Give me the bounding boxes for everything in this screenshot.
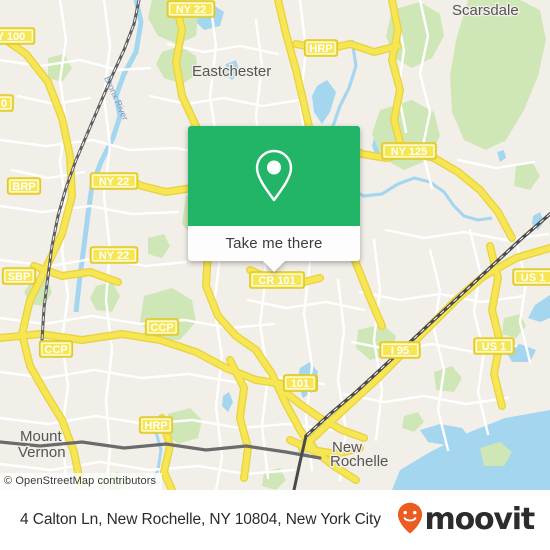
map-place-label: Vernon: [18, 444, 66, 461]
road-shield[interactable]: CCP: [144, 318, 180, 336]
road-shield[interactable]: CR 101: [249, 271, 305, 289]
road-shield-label: I 95: [391, 345, 409, 357]
road-shield-label: Y 100: [0, 31, 25, 43]
road-shield[interactable]: Y 100: [0, 27, 36, 45]
road-shield-label: HRP: [144, 420, 167, 432]
osm-attribution[interactable]: © OpenStreetMap contributors: [0, 473, 163, 490]
road-shield[interactable]: US 1: [473, 337, 515, 355]
road-shield[interactable]: NY 22: [89, 172, 139, 190]
popup-action-bar[interactable]: Take me there: [188, 226, 360, 272]
road-shield[interactable]: BRP: [6, 177, 42, 195]
address-footer-bar: Bronx River EastchesterScarsdaleMountVer…: [0, 490, 550, 550]
road-shield-label: CCP: [44, 344, 67, 356]
road-shield[interactable]: SBP: [1, 267, 37, 285]
take-me-there-button[interactable]: Take me there: [226, 235, 323, 252]
map-place-label: Rochelle: [330, 453, 388, 470]
road-shield[interactable]: NY 22: [166, 0, 216, 18]
moovit-wordmark: moovit: [424, 502, 536, 537]
road-shield-label: US 1: [482, 341, 506, 353]
map-place-label: Eastchester: [192, 63, 271, 80]
road-shield-label: BRP: [12, 181, 35, 193]
address-label: 4 Calton Ln, New Rochelle, NY 10804, New…: [20, 511, 381, 528]
road-shield-label: NY 125: [391, 146, 428, 158]
road-shield[interactable]: US 1: [512, 268, 550, 286]
location-popup[interactable]: Take me there: [188, 126, 360, 272]
road-shield-label: NY 22: [99, 176, 129, 188]
map-pin-icon: [252, 148, 296, 204]
road-shield[interactable]: 0: [0, 94, 14, 112]
road-shield[interactable]: HRP: [303, 39, 339, 57]
moovit-pin-icon: [397, 502, 423, 539]
road-shield[interactable]: HRP: [138, 416, 174, 434]
popup-header: [188, 126, 360, 226]
map-place-label: Mount: [20, 428, 63, 445]
road-shield-label: CCP: [150, 322, 173, 334]
road-shield[interactable]: NY 22: [89, 246, 139, 264]
road-shield-label: SBP: [8, 271, 31, 283]
road-shield-label: NY 22: [176, 4, 206, 16]
road-shield-label: US 1: [521, 272, 545, 284]
road-shield-label: 0: [1, 98, 7, 110]
popup-tail-arrow: [263, 261, 285, 272]
road-shield[interactable]: 101: [282, 374, 318, 392]
road-shield-label: CR 101: [258, 275, 295, 287]
road-shield[interactable]: I 95: [379, 341, 421, 359]
road-shield-label: 101: [291, 378, 309, 390]
map-place-label: Scarsdale: [452, 2, 519, 19]
road-shield-label: NY 22: [99, 250, 129, 262]
road-shield[interactable]: NY 125: [381, 142, 437, 160]
map-screenshot: Bronx River Eastchester Scarsdale Mount Ver…: [0, 0, 550, 550]
road-shield-label: HRP: [309, 43, 332, 55]
road-shield[interactable]: CCP: [38, 340, 74, 358]
moovit-logo[interactable]: moovit: [397, 502, 536, 539]
